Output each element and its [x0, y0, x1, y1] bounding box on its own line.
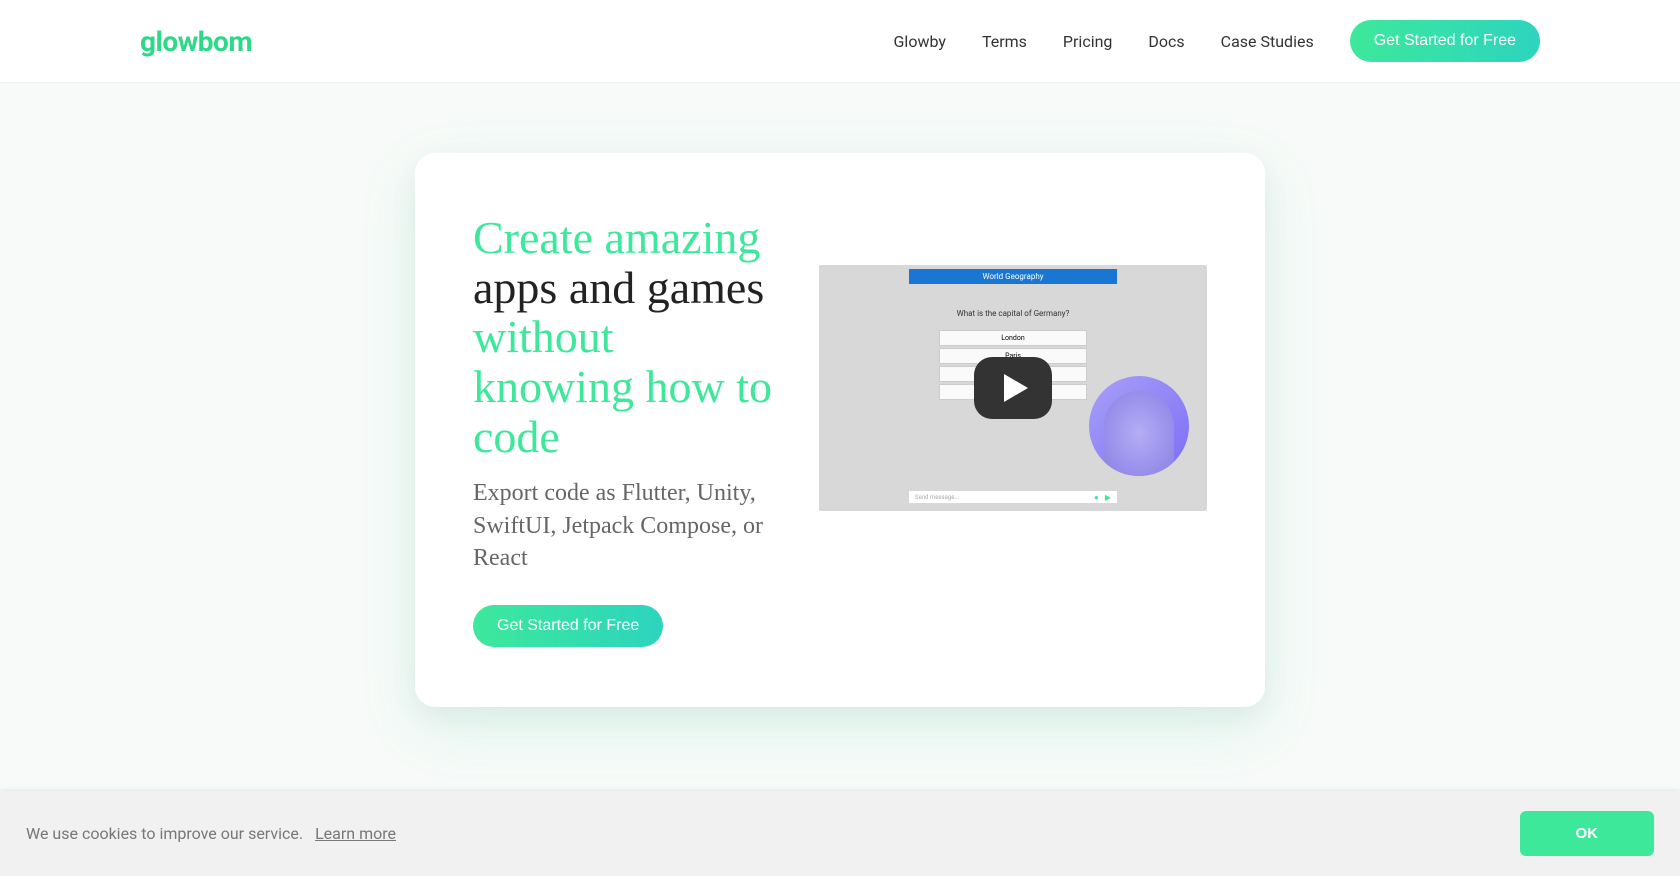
cookie-text-content: We use cookies to improve our service.	[26, 824, 303, 843]
hero-card: Create amazing apps and games without kn…	[415, 153, 1265, 707]
send-icons: ● ▶	[1094, 493, 1111, 502]
mic-icon: ●	[1094, 493, 1099, 502]
hero-title-line1: Create amazing	[473, 212, 760, 263]
main-nav: Glowby Terms Pricing Docs Case Studies G…	[894, 20, 1540, 62]
video-question-text: What is the capital of Germany?	[909, 309, 1117, 318]
play-icon	[1004, 374, 1028, 402]
nav-pricing[interactable]: Pricing	[1063, 32, 1113, 51]
video-thumbnail[interactable]: World Geography What is the capital of G…	[819, 265, 1207, 511]
avatar-face	[1104, 391, 1174, 476]
cookie-ok-button[interactable]: OK	[1520, 811, 1655, 856]
video-send-bar: Send message... ● ▶	[909, 491, 1117, 503]
hero-title: Create amazing apps and games without kn…	[473, 213, 779, 461]
cookie-message: We use cookies to improve our service. L…	[26, 824, 396, 843]
cookie-banner: We use cookies to improve our service. L…	[0, 791, 1680, 876]
hero-subtitle: Export code as Flutter, Unity, SwiftUI, …	[473, 477, 779, 574]
nav-case-studies[interactable]: Case Studies	[1221, 32, 1314, 51]
hero-cta-button[interactable]: Get Started for Free	[473, 605, 663, 647]
hero-text-column: Create amazing apps and games without kn…	[473, 213, 779, 647]
nav-glowby[interactable]: Glowby	[894, 32, 946, 51]
nav-docs[interactable]: Docs	[1148, 32, 1184, 51]
video-option: London	[939, 330, 1087, 346]
logo[interactable]: glowbom	[140, 25, 252, 58]
play-button[interactable]	[974, 357, 1052, 419]
hero-title-line3: without knowing how to code	[473, 311, 772, 461]
nav-cta-button[interactable]: Get Started for Free	[1350, 20, 1540, 62]
hero-title-line2: apps and games	[473, 262, 764, 313]
nav-terms[interactable]: Terms	[982, 32, 1027, 51]
cookie-learn-more-link[interactable]: Learn more	[315, 824, 396, 843]
hero-section: Create amazing apps and games without kn…	[0, 83, 1680, 797]
main-header: glowbom Glowby Terms Pricing Docs Case S…	[0, 0, 1680, 83]
avatar-image	[1089, 376, 1189, 476]
send-placeholder: Send message...	[915, 494, 959, 501]
video-app-title: World Geography	[909, 269, 1117, 284]
send-icon: ▶	[1105, 493, 1111, 502]
